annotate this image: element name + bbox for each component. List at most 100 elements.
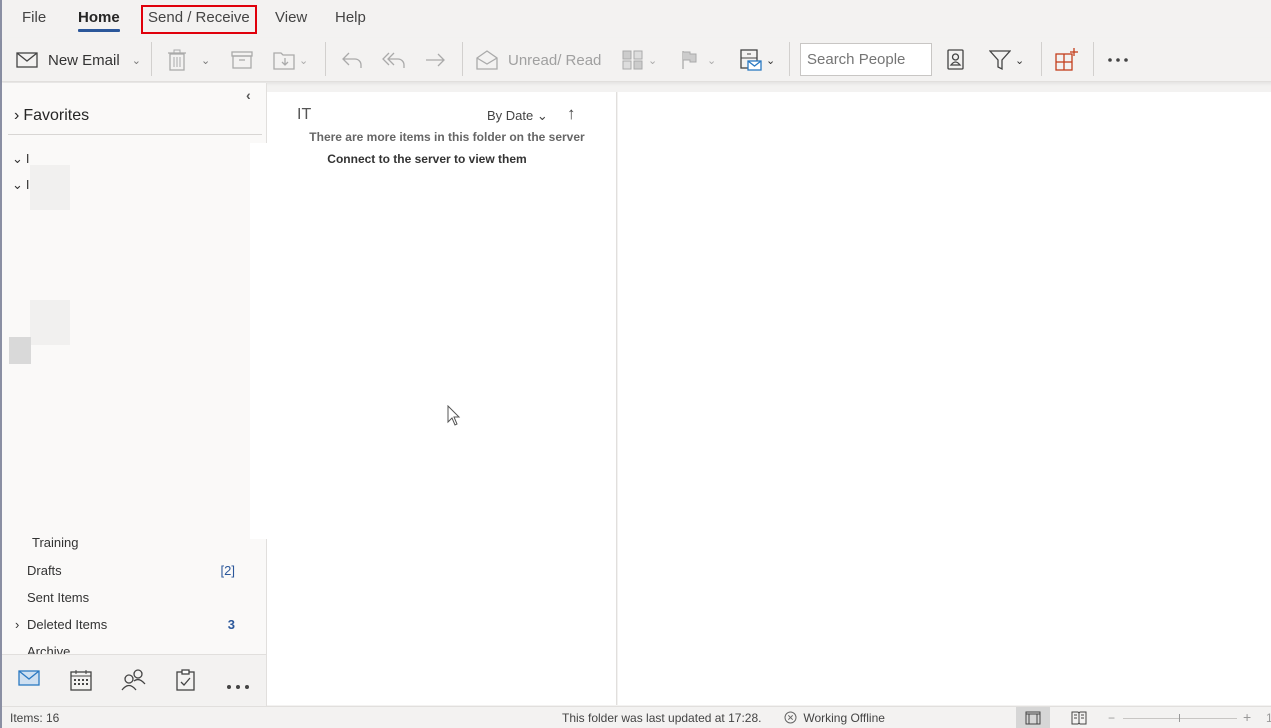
zoom-in-button[interactable]: + xyxy=(1243,709,1251,725)
chevron-right-icon: › xyxy=(14,107,20,124)
folder-drafts[interactable]: Drafts xyxy=(27,563,62,578)
connect-to-server-link[interactable]: Connect to the server to view them xyxy=(267,152,587,166)
calendar-icon xyxy=(70,670,92,691)
tab-view[interactable]: View xyxy=(275,9,307,26)
deleted-items-count: 3 xyxy=(227,617,235,632)
divider xyxy=(8,134,262,135)
new-email-button[interactable]: New Email ⌄ xyxy=(16,46,141,74)
offline-icon xyxy=(784,711,797,724)
collapse-pane-button[interactable]: ‹ xyxy=(246,87,251,103)
more-icon xyxy=(227,685,249,689)
favorites-label: Favorites xyxy=(23,107,90,124)
people-nav-button[interactable] xyxy=(121,669,147,696)
account-node[interactable]: ⌄ I xyxy=(12,151,30,167)
last-updated-text: This folder was last updated at 17:28. xyxy=(562,711,762,725)
search-people-input[interactable] xyxy=(800,43,932,76)
zoom-level: 1 xyxy=(1266,711,1271,725)
status-bar: Items: 16 This folder was last updated a… xyxy=(2,706,1271,728)
delete-icon xyxy=(167,49,187,71)
folder-archive[interactable]: Archive xyxy=(27,644,70,654)
reading-view-button[interactable] xyxy=(1062,707,1096,728)
chevron-down-icon[interactable]: ⌄ xyxy=(299,54,308,67)
sort-label: By Date xyxy=(487,108,534,123)
archive-button[interactable] xyxy=(231,46,253,74)
address-book-icon xyxy=(947,49,965,71)
move-button[interactable]: ⌄ xyxy=(273,46,308,74)
new-email-label: New Email xyxy=(48,51,120,69)
reading-view-icon xyxy=(1071,711,1087,725)
zoom-out-button[interactable]: − xyxy=(1108,711,1115,725)
filter-icon xyxy=(989,49,1011,71)
redacted-area xyxy=(30,300,70,345)
reading-pane xyxy=(618,92,1271,705)
chevron-down-icon[interactable]: ⌄ xyxy=(1015,54,1024,67)
rules-button[interactable]: ⌄ xyxy=(740,46,775,74)
favorites-header[interactable]: › Favorites xyxy=(14,107,89,125)
zoom-slider-thumb[interactable] xyxy=(1179,714,1180,722)
chevron-right-icon[interactable]: › xyxy=(15,617,19,632)
unread-read-button[interactable]: Unread/ Read xyxy=(476,46,601,74)
connection-status[interactable]: Working Offline xyxy=(784,711,885,725)
delete-button[interactable]: ⌄ xyxy=(167,46,210,74)
redacted-area xyxy=(250,143,267,539)
connection-label: Working Offline xyxy=(803,711,885,725)
divider xyxy=(325,42,326,76)
folder-training[interactable]: Training xyxy=(32,535,78,550)
apps-icon xyxy=(1055,48,1079,72)
reply-all-icon xyxy=(382,50,406,70)
zoom-slider[interactable] xyxy=(1123,718,1237,719)
chevron-down-icon[interactable]: ⌄ xyxy=(648,54,657,67)
divider xyxy=(789,42,790,76)
forward-icon xyxy=(424,50,446,70)
account-label: I xyxy=(25,177,30,192)
divider xyxy=(1041,42,1042,76)
divider xyxy=(462,42,463,76)
calendar-nav-button[interactable] xyxy=(70,669,92,696)
more-apps-button[interactable] xyxy=(226,677,250,695)
forward-button[interactable] xyxy=(424,46,446,74)
reply-icon xyxy=(341,50,363,70)
redacted-area xyxy=(9,337,31,364)
tab-file[interactable]: File xyxy=(22,9,46,26)
sort-direction-button[interactable]: ↑ xyxy=(567,104,576,124)
move-icon xyxy=(273,50,297,70)
outlook-window: File Home Send / Receive View Help New E… xyxy=(0,0,1271,728)
chevron-down-icon[interactable]: ⌄ xyxy=(132,54,141,67)
unread-read-label: Unread/ Read xyxy=(508,51,602,69)
sort-by-date-button[interactable]: By Date ⌄ xyxy=(487,108,548,124)
chevron-down-icon: ⌄ xyxy=(536,108,548,123)
drafts-count: [2] xyxy=(220,563,235,578)
chevron-down-icon[interactable]: ⌄ xyxy=(201,54,210,67)
envelope-open-icon xyxy=(476,50,498,70)
people-icon xyxy=(121,669,146,691)
rules-icon xyxy=(740,49,762,71)
chevron-down-icon[interactable]: ⌄ xyxy=(707,54,716,67)
tab-home[interactable]: Home xyxy=(78,9,120,32)
message-list: IT By Date ⌄ ↑ There are more items in t… xyxy=(267,92,617,705)
highlight-box xyxy=(141,5,257,34)
more-icon xyxy=(1107,57,1129,63)
mouse-cursor-icon xyxy=(447,405,461,426)
flag-button[interactable]: ⌄ xyxy=(681,46,716,74)
folder-pane: ‹ › Favorites ⌄ I ⌄ I Training Drafts [2] S… xyxy=(2,83,267,654)
folder-title: IT xyxy=(297,106,312,123)
account-label: I xyxy=(25,151,30,166)
address-book-button[interactable] xyxy=(947,46,965,74)
tasks-nav-button[interactable] xyxy=(176,669,196,696)
folder-sent-items[interactable]: Sent Items xyxy=(27,590,89,605)
account-node[interactable]: ⌄ I xyxy=(12,177,30,193)
redacted-area xyxy=(30,165,70,210)
folder-deleted-items[interactable]: Deleted Items xyxy=(27,617,107,632)
get-add-ins-button[interactable] xyxy=(1055,46,1079,74)
reply-button[interactable] xyxy=(341,46,363,74)
reply-all-button[interactable] xyxy=(382,46,406,74)
chevron-down-icon[interactable]: ⌄ xyxy=(766,54,775,67)
filter-button[interactable]: ⌄ xyxy=(989,46,1024,74)
items-count: Items: 16 xyxy=(10,711,60,725)
tab-help[interactable]: Help xyxy=(335,9,366,26)
categorize-button[interactable]: ⌄ xyxy=(622,46,657,74)
normal-view-button[interactable] xyxy=(1016,707,1050,728)
tasks-icon xyxy=(176,669,195,691)
more-commands-button[interactable] xyxy=(1107,46,1129,74)
mail-nav-button[interactable] xyxy=(18,669,40,692)
